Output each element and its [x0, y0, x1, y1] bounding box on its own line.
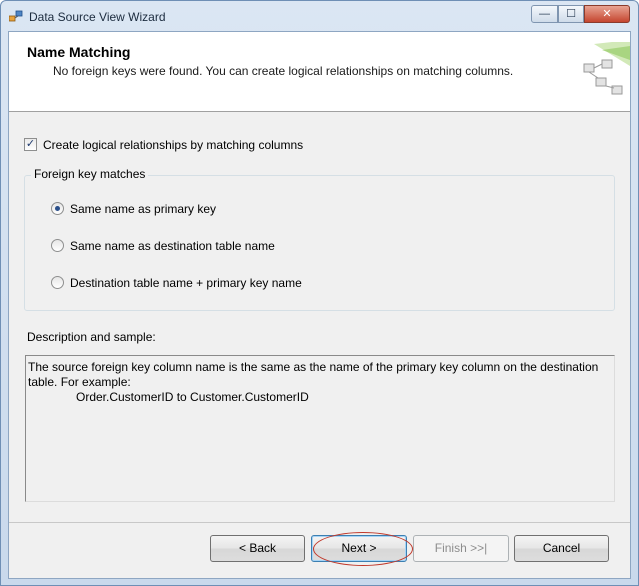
- description-textbox[interactable]: The source foreign key column name is th…: [25, 355, 615, 502]
- group-legend: Foreign key matches: [31, 167, 149, 181]
- wizard-header: Name Matching No foreign keys were found…: [9, 32, 630, 112]
- maximize-button[interactable]: ☐: [558, 5, 584, 23]
- next-button-highlight: [313, 532, 413, 566]
- page-title: Name Matching: [27, 44, 131, 60]
- footer-divider: [9, 522, 630, 523]
- finish-button[interactable]: Finish >>|: [413, 535, 509, 562]
- wizard-body: Name Matching No foreign keys were found…: [8, 31, 631, 579]
- page-subtitle: No foreign keys were found. You can crea…: [53, 64, 514, 78]
- description-text: The source foreign key column name is th…: [28, 360, 599, 389]
- back-button[interactable]: < Back: [210, 535, 305, 562]
- radio-label[interactable]: Same name as primary key: [70, 202, 216, 216]
- close-button[interactable]: ✕: [584, 5, 630, 23]
- radio-table-plus-key[interactable]: [51, 276, 64, 289]
- description-label: Description and sample:: [27, 330, 156, 344]
- relationship-diagram-icon: [583, 42, 630, 95]
- radio-destination-table-name[interactable]: [51, 239, 64, 252]
- matching-columns-label[interactable]: Create logical relationships by matching…: [43, 138, 303, 152]
- radio-label[interactable]: Same name as destination table name: [70, 239, 275, 253]
- title-bar[interactable]: Data Source View Wizard — ☐ ✕: [1, 1, 638, 31]
- minimize-button[interactable]: —: [531, 5, 558, 23]
- radio-label[interactable]: Destination table name + primary key nam…: [70, 276, 302, 290]
- cancel-button[interactable]: Cancel: [514, 535, 609, 562]
- data-source-icon: [9, 10, 23, 22]
- foreign-key-matches-group: Foreign key matches Same name as primary…: [24, 167, 615, 311]
- window-title: Data Source View Wizard: [29, 10, 166, 24]
- wizard-window: Data Source View Wizard — ☐ ✕ Name Match…: [0, 0, 639, 586]
- radio-primary-key[interactable]: [51, 202, 64, 215]
- description-example: Order.CustomerID to Customer.CustomerID: [76, 390, 309, 404]
- matching-columns-checkbox[interactable]: ✓: [24, 138, 37, 151]
